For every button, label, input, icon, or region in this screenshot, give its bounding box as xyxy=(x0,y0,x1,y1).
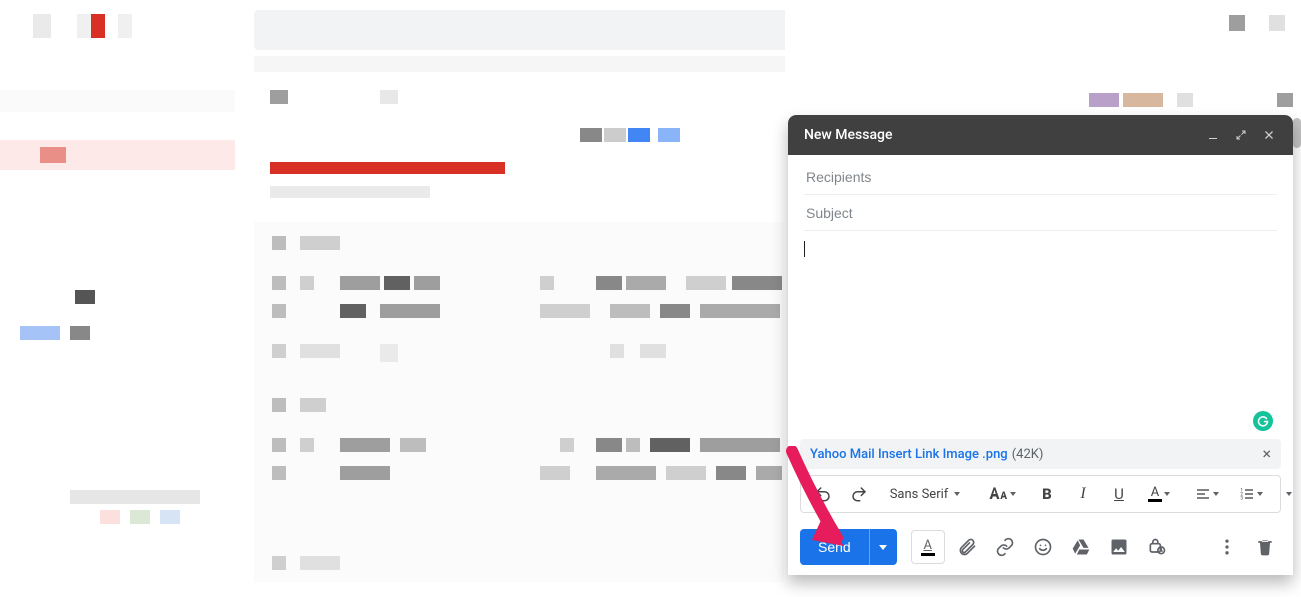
send-button[interactable]: Send xyxy=(800,529,869,565)
close-button[interactable] xyxy=(1255,121,1283,149)
insert-photo-button[interactable] xyxy=(1103,531,1135,563)
compose-title: New Message xyxy=(798,127,1199,143)
text-color-button[interactable]: A xyxy=(1137,478,1181,510)
compose-header-fields xyxy=(788,155,1293,231)
chevron-down-icon xyxy=(1257,492,1263,496)
scrollbar[interactable] xyxy=(1293,118,1301,148)
redo-button[interactable] xyxy=(841,478,877,510)
font-family-select[interactable]: Sans Serif xyxy=(877,478,973,510)
compose-titlebar: New Message xyxy=(788,115,1293,155)
chevron-down-icon xyxy=(954,492,960,496)
recipients-field-row xyxy=(804,159,1277,195)
confidential-mode-button[interactable] xyxy=(1141,531,1173,563)
undo-button[interactable] xyxy=(805,478,841,510)
formatting-toggle-button[interactable]: A xyxy=(911,530,945,564)
svg-text:3: 3 xyxy=(1240,495,1243,501)
italic-button[interactable]: I xyxy=(1065,478,1101,510)
font-family-label: Sans Serif xyxy=(890,487,949,502)
more-options-button[interactable] xyxy=(1211,531,1243,563)
fullscreen-button[interactable] xyxy=(1227,121,1255,149)
chevron-down-icon xyxy=(1164,492,1170,496)
compose-window: New Message Yahoo Mail Insert Link Image… xyxy=(788,115,1293,575)
insert-link-button[interactable] xyxy=(989,531,1021,563)
send-row: Send A xyxy=(788,519,1293,575)
insert-drive-button[interactable] xyxy=(1065,531,1097,563)
background-blur xyxy=(0,0,785,597)
recipients-input[interactable] xyxy=(804,168,1281,186)
chevron-down-icon xyxy=(879,545,887,550)
attachment-filesize: (42K) xyxy=(1012,447,1044,462)
compose-body[interactable] xyxy=(788,231,1293,439)
text-cursor xyxy=(804,241,805,257)
more-formatting-button[interactable] xyxy=(1277,478,1293,510)
format-toolbar: Sans Serif B I U A 123 xyxy=(800,475,1281,513)
list-button[interactable]: 123 xyxy=(1229,478,1273,510)
subject-input[interactable] xyxy=(804,204,1281,222)
insert-emoji-button[interactable] xyxy=(1027,531,1059,563)
font-size-button[interactable] xyxy=(977,478,1025,510)
send-options-button[interactable] xyxy=(869,529,897,565)
subject-field-row xyxy=(804,195,1277,231)
minimize-button[interactable] xyxy=(1199,121,1227,149)
chevron-down-icon xyxy=(1213,492,1219,496)
grammarly-icon[interactable] xyxy=(1253,411,1273,431)
discard-draft-button[interactable] xyxy=(1249,531,1281,563)
attachment-chip[interactable]: Yahoo Mail Insert Link Image .png (42K) … xyxy=(800,439,1281,469)
align-button[interactable] xyxy=(1185,478,1229,510)
attachment-remove-button[interactable]: × xyxy=(1262,446,1271,462)
underline-button[interactable]: U xyxy=(1101,478,1137,510)
chevron-down-icon xyxy=(1010,492,1016,496)
attach-file-button[interactable] xyxy=(951,531,983,563)
chevron-down-icon xyxy=(1286,492,1292,496)
send-split-button: Send xyxy=(800,529,897,565)
bold-button[interactable]: B xyxy=(1029,478,1065,510)
send-label: Send xyxy=(818,539,851,555)
attachment-filename: Yahoo Mail Insert Link Image .png xyxy=(810,447,1008,462)
